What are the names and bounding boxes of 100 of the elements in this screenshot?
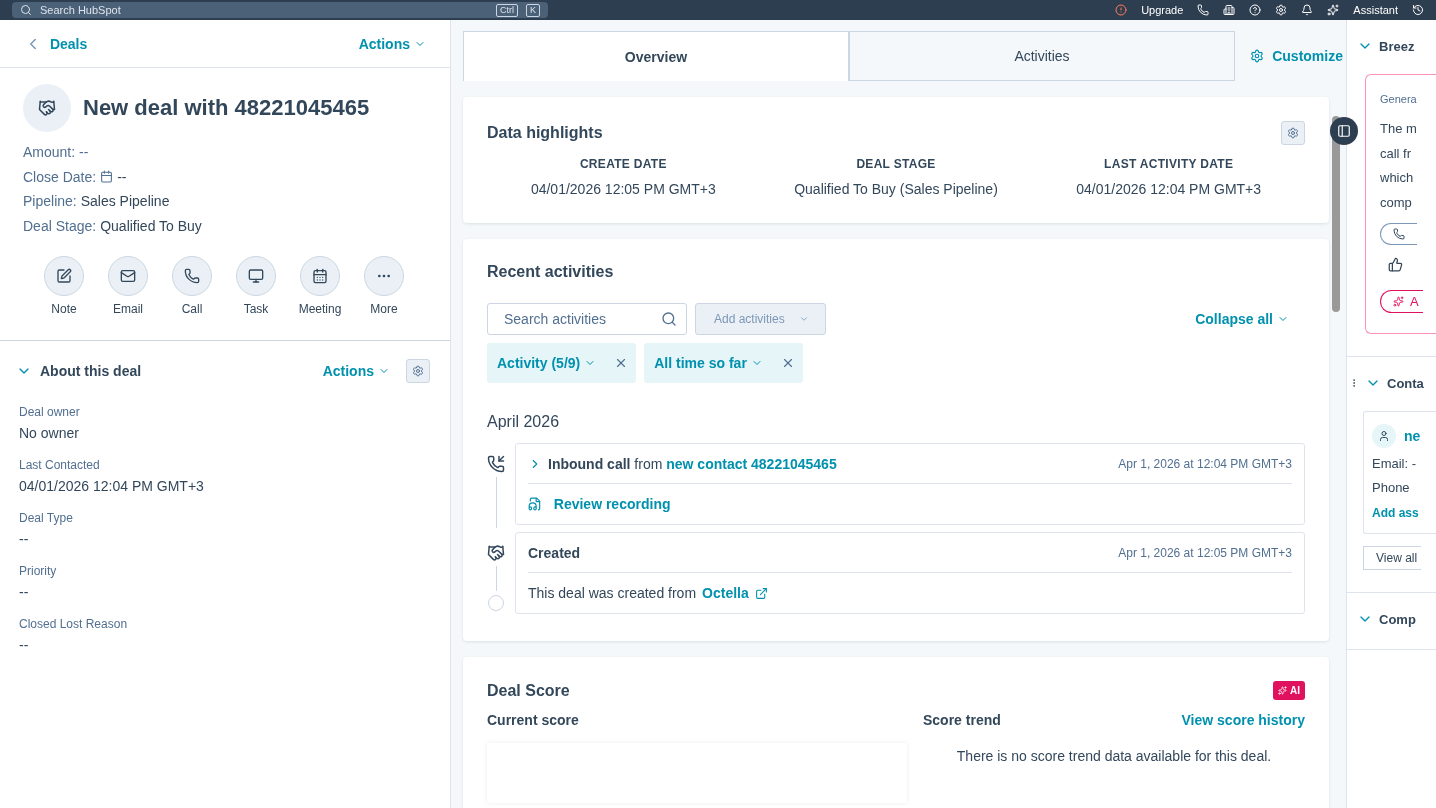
field-label: Deal Type [19,511,74,525]
view-score-history-link[interactable]: View score history [1181,712,1305,728]
person-icon [1378,430,1390,442]
highlight-value: 04/01/2026 12:05 PM GMT+3 [529,181,717,197]
section-title: Breez [1379,38,1415,54]
contact-link[interactable]: new contact 48221045465 [666,455,837,472]
property-text: Amount: -- [23,144,89,161]
handshake-icon [38,99,56,117]
field-value: -- [19,584,30,600]
phone-icon[interactable] [1197,4,1210,16]
field-value: -- [19,637,30,653]
activity-title: Inbound call from new contact 48221045465 [548,455,838,472]
settings-icon [1287,127,1299,139]
view-all-button[interactable]: View all [1363,546,1422,570]
sparkle-icon [1278,686,1287,695]
summary-line: comp [1380,193,1413,212]
card-title: Deal Score [487,681,571,700]
panel-toggle-button[interactable] [1330,117,1358,145]
contact-email: Email: - [1372,455,1418,473]
summary-line: which [1380,169,1415,187]
actions-menu[interactable]: Actions [322,363,390,379]
help-icon[interactable] [1249,4,1262,16]
tab[interactable]: Activities [849,31,1235,81]
ai-badge: AI [1273,681,1305,700]
settings-button[interactable] [1281,121,1305,145]
search-icon [661,311,677,327]
activity-text: This deal was created from [528,585,697,601]
tab[interactable]: Overview [463,31,849,81]
pencil-icon [56,268,72,284]
customize-link[interactable]: Customize [1250,48,1343,64]
card-title: Recent activities [487,263,615,281]
monitor-icon [248,268,264,284]
field-label: Closed Lost Reason [19,617,129,631]
add-activities-button[interactable]: Add activities [695,303,826,335]
contact-link[interactable]: ne [1404,428,1421,444]
activity-time: Apr 1, 2026 at 12:05 PM GMT+3 [1118,545,1292,560]
property-label: Pipeline: [23,193,77,210]
summary-line: The m [1380,120,1418,138]
back-link[interactable]: Deals [24,34,88,53]
shortcut-key: Ctrl [496,3,518,17]
highlight-label: DEAL STAGE [855,157,937,171]
summary-caption: Genera [1380,93,1418,105]
settings-button[interactable] [406,359,430,383]
property-value: -- [117,168,127,185]
settings-icon [412,365,424,377]
assistant-link[interactable]: Assistant [1353,4,1398,16]
field-value: -- [19,531,30,547]
source-link[interactable]: Octella [702,585,749,601]
activity-time: Apr 1, 2026 at 12:04 PM GMT+3 [1118,456,1292,471]
alert-icon [1115,4,1128,16]
field-label: Last Contacted [19,458,101,472]
summary-line: call fr [1380,144,1413,163]
highlight-label: LAST ACTIVITY DATE [1103,157,1235,171]
deal-title: New deal with 48221045465 [83,95,370,121]
highlight-label: CREATE DATE [578,157,668,171]
calendar-icon [312,268,328,284]
highlight-value: Qualified To Buy (Sales Pipeline) [793,181,999,197]
settings-icon[interactable] [1275,4,1288,16]
section-title: Comp [1379,611,1416,627]
collapse-all-link[interactable]: Collapse all [1195,311,1289,327]
filter-chip[interactable]: Activity (5/9) [487,343,637,383]
field-value: 04/01/2026 12:04 PM GMT+3 [19,478,205,494]
field-value: No owner [19,425,80,441]
field-label: Priority [19,564,58,578]
field-label: Deal owner [19,405,81,419]
empty-message: There is no score trend data available for this deal. [955,748,1273,764]
upgrade-link[interactable]: Upgrade [1141,4,1184,16]
activity-title: Created [528,544,582,561]
subheading: Score trend [923,712,1002,728]
sparkle-icon [1393,296,1404,307]
phone-icon [184,268,200,284]
building-icon[interactable] [1223,4,1236,16]
history-icon[interactable] [1412,4,1424,16]
search-field[interactable]: Search activities [487,303,687,335]
search-placeholder: Search HubSpot [40,4,121,16]
section-title: About this deal [40,363,143,379]
ask-button[interactable]: A [1380,290,1423,313]
add-association-link[interactable]: Add ass [1372,506,1419,520]
calendar-icon[interactable] [100,170,114,184]
settings-icon [1250,49,1265,63]
property-value: Sales Pipeline [80,193,170,210]
review-recording-link[interactable]: Review recording [528,496,671,512]
search-field[interactable]: Search HubSpot Ctrl K [12,2,548,18]
envelope-icon [120,268,136,284]
shortcut-key: K [526,3,540,17]
bell-icon[interactable] [1301,4,1314,16]
panel-icon [1337,124,1351,138]
actions-menu[interactable]: Actions [358,35,426,52]
caret-icon [798,314,809,324]
filter-chip[interactable]: All time so far [644,343,803,383]
search-icon [20,4,32,16]
external-link-icon[interactable] [754,586,768,600]
thumbs-up-icon[interactable] [1388,257,1403,272]
property-label: Close Date: [23,168,97,185]
subheading: Current score [487,712,580,728]
document-icon [528,497,542,511]
property-value: Qualified To Buy [100,217,202,234]
card-title: Data highlights [487,124,604,142]
phone-icon [1393,228,1405,240]
contact-phone: Phone [1372,479,1411,497]
